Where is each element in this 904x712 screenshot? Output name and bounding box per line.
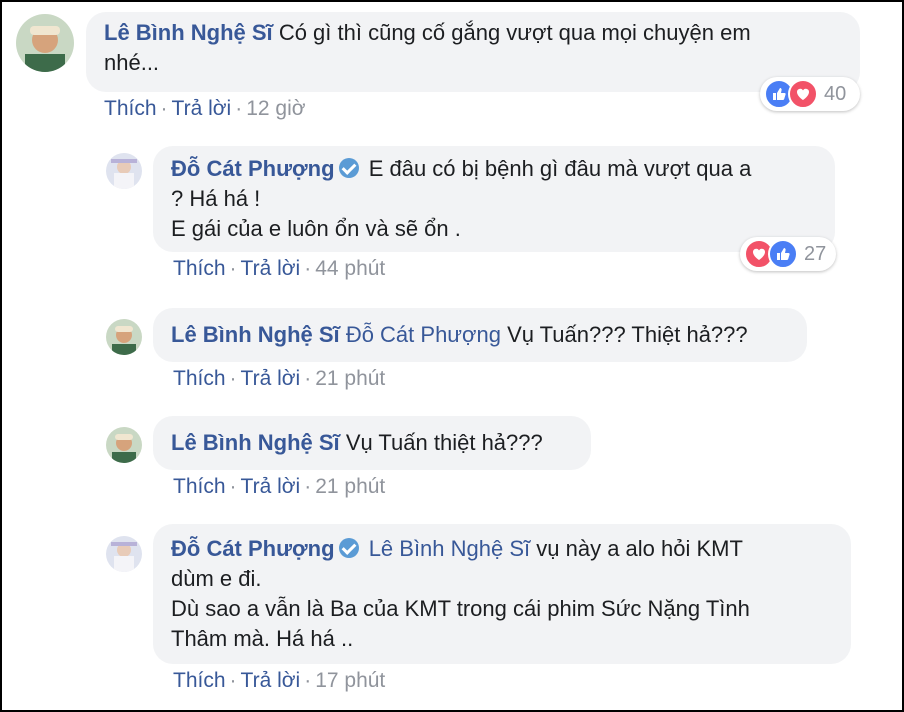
comment-text: E gái của e luôn ổn và sẽ ổn . bbox=[171, 216, 461, 241]
avatar-do-cat-phuong[interactable] bbox=[106, 536, 142, 572]
verified-badge-icon bbox=[338, 158, 359, 178]
reaction-count: 27 bbox=[804, 242, 827, 265]
reply-link[interactable]: Trả lời bbox=[241, 669, 301, 692]
timestamp[interactable]: 12 giờ bbox=[246, 97, 305, 120]
reaction-summary[interactable]: 40 bbox=[760, 77, 860, 111]
love-icon bbox=[788, 79, 818, 109]
comment-text: nhé... bbox=[104, 50, 160, 75]
comment-text: Dù sao a vẫn là Ba của KMT trong cái phi… bbox=[171, 596, 750, 621]
like-link[interactable]: Thích bbox=[104, 97, 157, 120]
avatar-do-cat-phuong[interactable] bbox=[106, 153, 142, 189]
comment-actions: Thích · Trả lời · 12 giờ bbox=[104, 97, 306, 120]
reaction-summary[interactable]: 27 bbox=[740, 237, 836, 271]
comment-bubble: Lê Bình Nghệ Sĩ Đỗ Cát Phượng Vụ Tuấn???… bbox=[153, 308, 807, 362]
like-link[interactable]: Thích bbox=[173, 669, 226, 692]
comment-text: Vụ Tuấn??? Thiệt hả??? bbox=[507, 322, 748, 347]
timestamp[interactable]: 17 phút bbox=[315, 669, 385, 692]
comment-actions: Thích · Trả lời · 21 phút bbox=[173, 475, 386, 498]
like-link[interactable]: Thích bbox=[173, 475, 226, 498]
comment-bubble: Lê Bình Nghệ Sĩ Có gì thì cũng cố gắng v… bbox=[86, 12, 860, 92]
verified-badge-icon bbox=[338, 538, 359, 558]
avatar-le-binh[interactable] bbox=[106, 427, 142, 463]
timestamp[interactable]: 44 phút bbox=[315, 257, 385, 280]
comment-text: dùm e đi. bbox=[171, 566, 262, 591]
comment-thread: Lê Bình Nghệ Sĩ Có gì thì cũng cố gắng v… bbox=[0, 0, 904, 712]
comment-bubble: Đỗ Cát Phượng E đâu có bị bệnh gì đâu mà… bbox=[153, 146, 835, 252]
comment-text: vụ này a alo hỏi KMT bbox=[536, 536, 743, 561]
comment-text: Vụ Tuấn thiệt hả??? bbox=[345, 430, 543, 455]
comment-text: ? Há há ! bbox=[171, 186, 261, 211]
reply-link[interactable]: Trả lời bbox=[241, 475, 301, 498]
comment-text: Thâm mà. Há há .. bbox=[171, 626, 354, 651]
timestamp[interactable]: 21 phút bbox=[315, 475, 385, 498]
avatar-le-binh[interactable] bbox=[106, 319, 142, 355]
avatar-le-binh[interactable] bbox=[16, 14, 74, 72]
reply-link[interactable]: Trả lời bbox=[241, 367, 301, 390]
comment-text: Có gì thì cũng cố gắng vượt qua mọi chuy… bbox=[278, 20, 751, 45]
author-name[interactable]: Đỗ Cát Phượng bbox=[171, 156, 335, 181]
like-icon bbox=[768, 239, 798, 269]
timestamp[interactable]: 21 phút bbox=[315, 367, 385, 390]
like-link[interactable]: Thích bbox=[173, 367, 226, 390]
author-name[interactable]: Đỗ Cát Phượng bbox=[171, 536, 335, 561]
author-name[interactable]: Lê Bình Nghệ Sĩ bbox=[104, 20, 273, 45]
comment-bubble: Lê Bình Nghệ Sĩ Vụ Tuấn thiệt hả??? bbox=[153, 416, 591, 470]
comment-bubble: Đỗ Cát Phượng Lê Bình Nghệ Sĩ vụ này a a… bbox=[153, 524, 851, 664]
comment-actions: Thích · Trả lời · 44 phút bbox=[173, 257, 386, 280]
author-name[interactable]: Lê Bình Nghệ Sĩ bbox=[171, 430, 340, 455]
comment-text: E đâu có bị bệnh gì đâu mà vượt qua a bbox=[368, 156, 752, 181]
mention-link[interactable]: Lê Bình Nghệ Sĩ bbox=[369, 536, 530, 561]
reply-link[interactable]: Trả lời bbox=[172, 97, 232, 120]
comment-actions: Thích · Trả lời · 21 phút bbox=[173, 367, 386, 390]
reaction-count: 40 bbox=[824, 82, 847, 105]
comment-actions: Thích · Trả lời · 17 phút bbox=[173, 669, 386, 692]
mention-link[interactable]: Đỗ Cát Phượng bbox=[346, 322, 501, 347]
reply-link[interactable]: Trả lời bbox=[241, 257, 301, 280]
like-link[interactable]: Thích bbox=[173, 257, 226, 280]
author-name[interactable]: Lê Bình Nghệ Sĩ bbox=[171, 322, 340, 347]
